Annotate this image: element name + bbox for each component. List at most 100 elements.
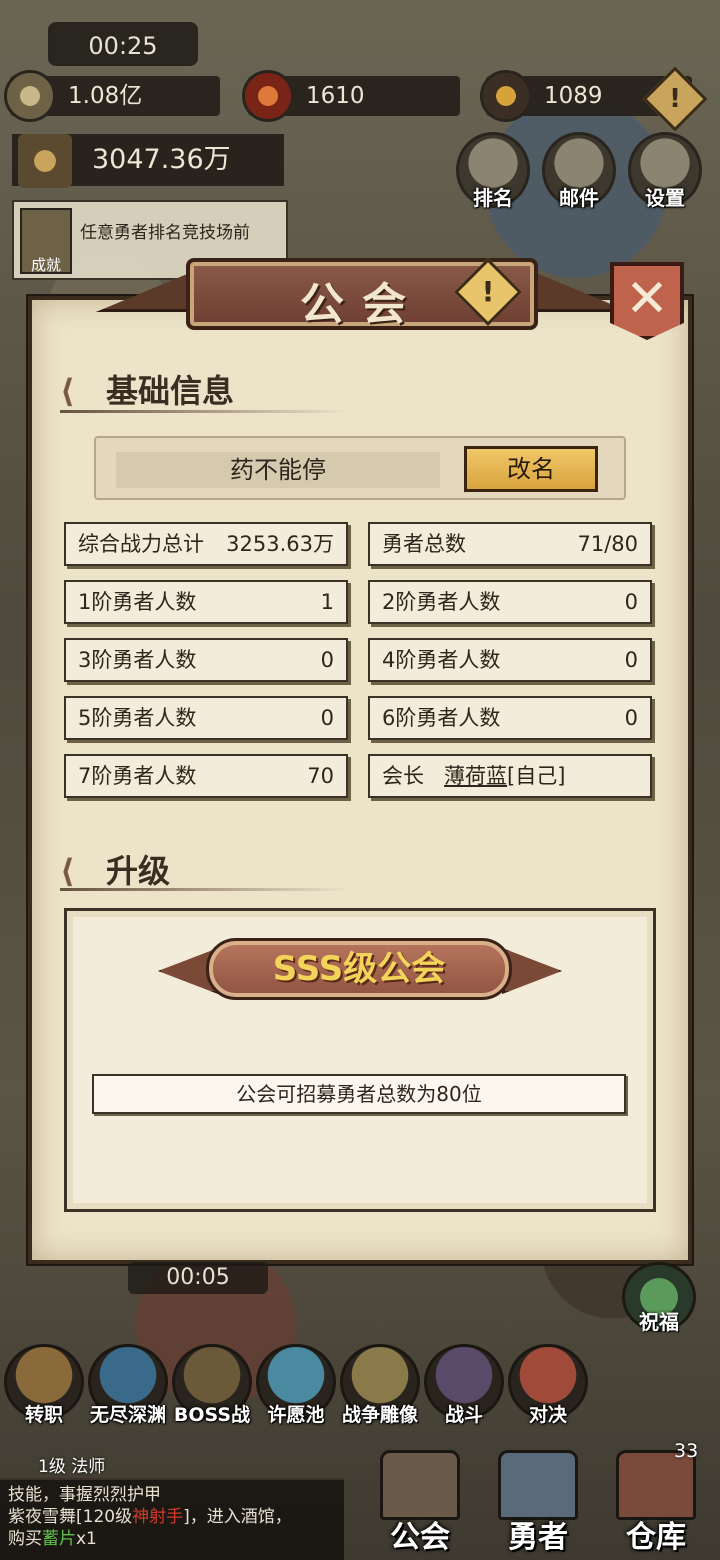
chat-line: 技能，事握烈烈护甲 bbox=[8, 1485, 161, 1505]
stat-tier1: 1阶勇者人数 1 bbox=[64, 580, 348, 624]
wishing-pool-button[interactable]: 许愿池 bbox=[256, 1344, 336, 1426]
chat-text: 紫夜雪舞[120级 bbox=[8, 1507, 133, 1527]
bottom-timer: 00:05 bbox=[128, 1262, 268, 1294]
stat-label: 综合战力总计 bbox=[78, 532, 204, 556]
crystal-icon bbox=[480, 70, 532, 122]
stat-tier4: 4阶勇者人数 0 bbox=[368, 638, 652, 682]
chat-line: 购买蓄片x1 bbox=[8, 1528, 336, 1550]
stat-label: 勇者总数 bbox=[382, 532, 466, 556]
basic-info-heading-text: 基础信息 bbox=[106, 372, 235, 410]
warehouse-count-badge: 33 bbox=[674, 1440, 699, 1462]
achievement-text: 任意勇者排名竞技场前 bbox=[80, 223, 250, 243]
chat-highlight: 神射手 bbox=[132, 1507, 184, 1527]
leader-name-link[interactable]: 薄荷蓝 bbox=[444, 764, 507, 788]
power-value: 3047.36万 bbox=[92, 144, 231, 175]
upgrade-heading: ⟨ 升级 bbox=[60, 846, 170, 892]
gold-coin-icon bbox=[4, 70, 56, 122]
chat-text: ]，进入酒馆， bbox=[183, 1507, 292, 1527]
settings-button[interactable]: 设置 bbox=[628, 132, 702, 210]
feature-label: 战斗 bbox=[444, 1404, 483, 1426]
crystal-value: 1089 bbox=[544, 83, 603, 109]
settings-label: 设置 bbox=[645, 186, 685, 210]
stat-tier3: 3阶勇者人数 0 bbox=[64, 638, 348, 682]
guild-grade-banner: SSS级公会 bbox=[206, 938, 512, 1000]
war-statue-button[interactable]: 战争雕像 bbox=[340, 1344, 420, 1426]
stat-value: 0 bbox=[624, 706, 638, 730]
stat-value: 0 bbox=[624, 590, 638, 614]
stat-value: 71/80 bbox=[577, 532, 638, 556]
warning-icon: ! bbox=[481, 275, 495, 308]
battle-button[interactable]: 战斗 bbox=[424, 1344, 504, 1426]
chat-log[interactable]: 技能，事握烈烈护甲 紫夜雪舞[120级神射手]，进入酒馆， 购买蓄片x1 bbox=[0, 1478, 344, 1560]
guild-castle-icon bbox=[380, 1450, 460, 1520]
feature-label: 对决 bbox=[528, 1404, 567, 1426]
ranking-label: 排名 bbox=[473, 186, 513, 210]
achievement-label: 成就 bbox=[30, 256, 61, 274]
upgrade-heading-text: 升级 bbox=[106, 852, 171, 890]
gem-resource: 1610 bbox=[242, 70, 460, 122]
stat-tier5: 5阶勇者人数 0 bbox=[64, 696, 348, 740]
rename-button[interactable]: 改名 bbox=[464, 446, 598, 492]
stat-label: 4阶勇者人数 bbox=[382, 648, 501, 672]
tab-guild[interactable]: 公会 bbox=[360, 1450, 480, 1560]
warning-icon: ! bbox=[669, 84, 681, 114]
duel-button[interactable]: 对决 bbox=[508, 1344, 588, 1426]
gold-resource: 1.08亿 bbox=[4, 70, 220, 122]
tab-label: 公会 bbox=[390, 1520, 450, 1555]
bottom-tab-bar: 公会 勇者 仓库 bbox=[360, 1440, 720, 1560]
stat-value: 0 bbox=[320, 648, 334, 672]
chat-line: 紫夜雪舞[120级神射手]，进入酒馆， bbox=[8, 1506, 336, 1528]
tab-label: 勇者 bbox=[508, 1520, 568, 1555]
stat-total-power: 综合战力总计 3253.63万 bbox=[64, 522, 348, 566]
stat-label: 3阶勇者人数 bbox=[78, 648, 197, 672]
top-menu: 排名 邮件 设置 bbox=[456, 132, 706, 212]
section-divider bbox=[60, 888, 350, 891]
power-crest-icon bbox=[18, 134, 72, 188]
stat-total-heroes: 勇者总数 71/80 bbox=[368, 522, 652, 566]
leader-suffix: [自己] bbox=[507, 764, 566, 788]
bless-button[interactable]: 祝福 bbox=[622, 1262, 696, 1334]
feature-label: BOSS战 bbox=[173, 1404, 251, 1426]
endless-abyss-button[interactable]: 无尽深渊 bbox=[88, 1344, 168, 1426]
basic-info-heading: ⟨ 基础信息 bbox=[60, 366, 234, 412]
guild-name-row: 药不能停 改名 bbox=[94, 436, 626, 500]
chat-text: x1 bbox=[76, 1529, 97, 1549]
achievement-icon[interactable]: 成就 bbox=[20, 208, 72, 274]
quill-hook-icon: ⟨ bbox=[60, 372, 75, 410]
gold-value: 1.08亿 bbox=[68, 83, 143, 109]
guild-grade: SSS级公会 bbox=[272, 949, 446, 989]
stat-tier2: 2阶勇者人数 0 bbox=[368, 580, 652, 624]
stat-value: 0 bbox=[624, 648, 638, 672]
stat-label: 5阶勇者人数 bbox=[78, 706, 197, 730]
stat-label: 6阶勇者人数 bbox=[382, 706, 501, 730]
section-divider bbox=[60, 410, 350, 413]
boss-battle-button[interactable]: BOSS战 bbox=[172, 1344, 252, 1426]
leader-label: 会长 bbox=[382, 764, 424, 788]
stat-tier6: 6阶勇者人数 0 bbox=[368, 696, 652, 740]
ranking-button[interactable]: 排名 bbox=[456, 132, 530, 210]
gem-icon bbox=[242, 70, 294, 122]
stat-value: 70 bbox=[307, 764, 334, 788]
stat-value: 3253.63万 bbox=[226, 532, 334, 556]
feature-label: 战争雕像 bbox=[341, 1404, 418, 1426]
hero-helmet-icon bbox=[498, 1450, 578, 1520]
class-change-button[interactable]: 转职 bbox=[4, 1344, 84, 1426]
stat-label: 1阶勇者人数 bbox=[78, 590, 197, 614]
quill-hook-icon: ⟨ bbox=[60, 852, 75, 890]
gem-value: 1610 bbox=[306, 83, 365, 109]
chat-text: 购买 bbox=[8, 1529, 42, 1549]
stat-label: 2阶勇者人数 bbox=[382, 590, 501, 614]
grade-description: 公会可招募勇者总数为80位 bbox=[92, 1074, 626, 1114]
guild-name-field: 药不能停 bbox=[116, 452, 440, 488]
stat-leader: 会长 薄荷蓝[自己] bbox=[368, 754, 652, 798]
mail-button[interactable]: 邮件 bbox=[542, 132, 616, 210]
feature-label: 转职 bbox=[24, 1404, 63, 1426]
chat-highlight: 蓄片 bbox=[42, 1529, 76, 1549]
power-display: 3047.36万 bbox=[12, 134, 284, 188]
tab-warehouse[interactable]: 仓库 bbox=[596, 1450, 716, 1560]
stat-value: 1 bbox=[320, 590, 334, 614]
stat-tier7: 7阶勇者人数 70 bbox=[64, 754, 348, 798]
mail-label: 邮件 bbox=[559, 186, 599, 210]
tab-heroes[interactable]: 勇者 bbox=[478, 1450, 598, 1560]
feature-label: 许愿池 bbox=[267, 1404, 325, 1426]
